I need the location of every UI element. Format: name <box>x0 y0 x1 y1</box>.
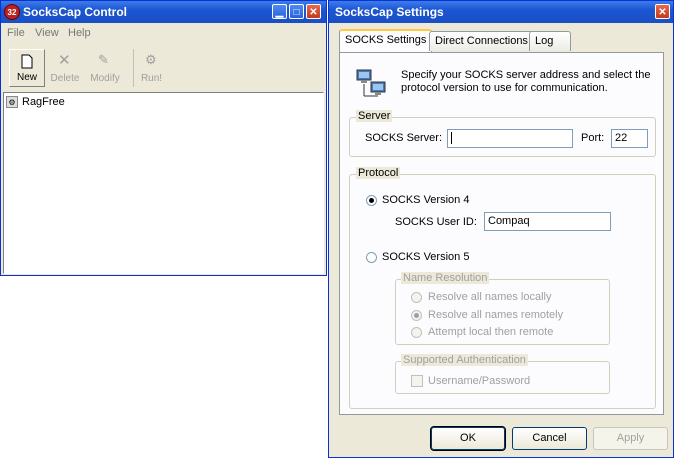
modify-button[interactable]: ✎ Modify <box>87 49 123 87</box>
attempt-local-then-remote-radio[interactable] <box>411 327 422 338</box>
socks-server-label: SOCKS Server: <box>365 132 443 144</box>
settings-dialog-title: SocksCap Settings <box>335 5 444 19</box>
resolve-locally-radio[interactable] <box>411 292 422 303</box>
control-window-title: SocksCap Control <box>23 5 128 19</box>
attempt-local-then-remote-label[interactable]: Attempt local then remote <box>428 326 553 338</box>
socks-v4-label[interactable]: SOCKS Version 4 <box>382 194 469 206</box>
port-input[interactable]: 22 <box>611 129 648 148</box>
tab-direct-connections[interactable]: Direct Connections <box>429 31 534 51</box>
resolve-locally-label[interactable]: Resolve all names locally <box>428 291 552 303</box>
cancel-button[interactable]: Cancel <box>512 427 587 450</box>
app-icon[interactable]: 32 <box>4 4 20 20</box>
delete-button-label: Delete <box>50 73 80 84</box>
run-button-label: Run! <box>140 73 163 84</box>
dialog-close-button[interactable]: ✕ <box>655 4 670 19</box>
socks-v5-radio[interactable] <box>366 252 377 263</box>
protocol-groupbox: Protocol SOCKS Version 4 SOCKS User ID: … <box>349 167 656 409</box>
socks-server-input[interactable] <box>447 129 573 148</box>
socks-v5-label[interactable]: SOCKS Version 5 <box>382 251 469 263</box>
name-resolution-groupbox: Name Resolution Resolve all names locall… <box>395 272 610 345</box>
new-document-icon <box>21 54 33 69</box>
minimize-button[interactable]: ▁ <box>272 4 287 19</box>
username-password-checkbox[interactable] <box>411 375 423 387</box>
application-list[interactable]: ⚙ RagFree <box>3 92 324 274</box>
control-titlebar[interactable]: 32 SocksCap Control ▁ □ ✕ <box>1 1 326 23</box>
socks-user-id-label: SOCKS User ID: <box>395 216 477 228</box>
apply-button[interactable]: Apply <box>593 427 668 450</box>
server-groupbox: Server SOCKS Server: Port: 22 <box>349 110 656 157</box>
tab-log-label: Log <box>535 35 554 47</box>
new-button-label: New <box>16 72 37 83</box>
run-icon: ⚙ <box>145 52 157 67</box>
server-legend: Server <box>356 110 393 122</box>
run-button[interactable]: ⚙ Run! <box>133 49 169 87</box>
application-icon: ⚙ <box>6 96 18 108</box>
modify-pencil-icon: ✎ <box>98 52 109 67</box>
delete-button[interactable]: ✕ Delete <box>47 49 83 87</box>
protocol-legend: Protocol <box>356 167 401 179</box>
sockscap-control-window: 32 SocksCap Control ▁ □ ✕ File View Help… <box>0 0 327 276</box>
tab-log[interactable]: Log <box>529 31 571 51</box>
resolve-remotely-radio[interactable] <box>411 310 422 321</box>
menu-view[interactable]: View <box>35 27 59 39</box>
maximize-icon: □ <box>293 7 300 18</box>
menu-bar: File View Help <box>7 27 307 41</box>
socks-v4-radio[interactable] <box>366 195 377 206</box>
supported-authentication-legend: Supported Authentication <box>401 354 528 366</box>
modify-button-label: Modify <box>90 73 120 84</box>
description-text: Specify your SOCKS server address and se… <box>401 69 651 94</box>
close-icon: ✕ <box>309 7 318 18</box>
close-icon: ✕ <box>658 7 667 18</box>
sockscap-settings-dialog: SocksCap Settings ✕ SOCKS Settings Direc… <box>328 0 674 458</box>
new-button[interactable]: New <box>9 49 45 87</box>
resolve-remotely-label[interactable]: Resolve all names remotely <box>428 309 563 321</box>
delete-x-icon: ✕ <box>58 52 71 69</box>
list-item-label: RagFree <box>22 96 65 108</box>
tab-direct-connections-label: Direct Connections <box>435 35 528 47</box>
settings-titlebar[interactable]: SocksCap Settings ✕ <box>329 1 673 23</box>
username-password-label[interactable]: Username/Password <box>428 375 530 387</box>
menu-file[interactable]: File <box>7 27 25 39</box>
tab-strip: SOCKS Settings Direct Connections Log <box>339 29 659 53</box>
minimize-icon: ▁ <box>275 7 284 18</box>
tab-page: Specify your SOCKS server address and se… <box>339 52 664 415</box>
ok-button[interactable]: OK <box>430 426 506 451</box>
toolbar: New ✕ Delete ✎ Modify ⚙ Run! <box>7 49 317 89</box>
supported-authentication-groupbox: Supported Authentication Username/Passwo… <box>395 354 610 394</box>
tab-socks-settings-label: SOCKS Settings <box>345 34 427 46</box>
maximize-button[interactable]: □ <box>289 4 304 19</box>
port-label: Port: <box>581 132 605 144</box>
network-computers-icon <box>356 69 386 97</box>
text-cursor <box>451 132 452 145</box>
menu-help[interactable]: Help <box>68 27 91 39</box>
close-button[interactable]: ✕ <box>306 4 321 19</box>
socks-user-id-input[interactable]: Compaq <box>484 212 611 231</box>
tab-socks-settings[interactable]: SOCKS Settings <box>339 29 433 52</box>
name-resolution-legend: Name Resolution <box>401 272 490 284</box>
